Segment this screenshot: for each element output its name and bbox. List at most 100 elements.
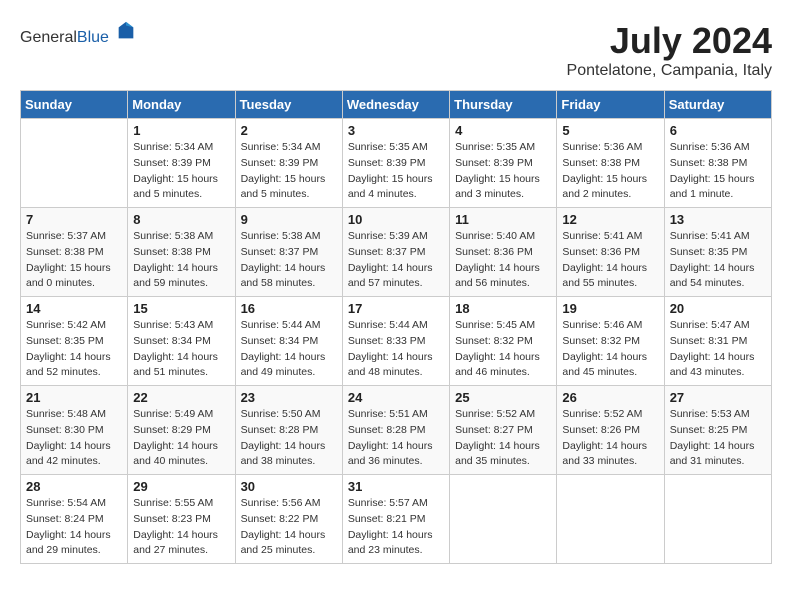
calendar-week-row: 1Sunrise: 5:34 AM Sunset: 8:39 PM Daylig… bbox=[21, 119, 772, 208]
calendar-header: SundayMondayTuesdayWednesdayThursdayFrid… bbox=[21, 91, 772, 119]
day-number: 27 bbox=[670, 390, 766, 405]
day-info: Sunrise: 5:41 AM Sunset: 8:36 PM Dayligh… bbox=[562, 229, 658, 292]
calendar-cell: 8Sunrise: 5:38 AM Sunset: 8:38 PM Daylig… bbox=[128, 208, 235, 297]
calendar-cell: 15 Sunrise: 5:43 AM Sunset: 8:34 PM Dayli… bbox=[128, 297, 235, 386]
calendar-cell: 13Sunrise: 5:41 AM Sunset: 8:35 PM Dayli… bbox=[664, 208, 771, 297]
page-header: GeneralBlue July 2024 Pontelatone, Campa… bbox=[20, 20, 772, 80]
calendar-cell bbox=[21, 119, 128, 208]
day-info: Sunrise: 5:45 AM Sunset: 8:32 PM Dayligh… bbox=[455, 318, 551, 381]
day-info: Sunrise: 5:35 AM Sunset: 8:39 PM Dayligh… bbox=[455, 140, 551, 203]
day-info: Sunrise: 5:57 AM Sunset: 8:21 PM Dayligh… bbox=[348, 496, 444, 559]
calendar-cell: 16Sunrise: 5:44 AM Sunset: 8:34 PM Dayli… bbox=[235, 297, 342, 386]
day-number: 19 bbox=[562, 301, 658, 316]
calendar-week-row: 7Sunrise: 5:37 AM Sunset: 8:38 PM Daylig… bbox=[21, 208, 772, 297]
day-number: 29 bbox=[133, 479, 229, 494]
day-number: 16 bbox=[241, 301, 337, 316]
calendar-cell bbox=[664, 475, 771, 564]
day-number: 3 bbox=[348, 123, 444, 138]
day-number: 20 bbox=[670, 301, 766, 316]
day-info: Sunrise: 5:37 AM Sunset: 8:38 PM Dayligh… bbox=[26, 229, 122, 292]
day-number: 21 bbox=[26, 390, 122, 405]
calendar-cell: 29 Sunrise: 5:55 AM Sunset: 8:23 PM Dayli… bbox=[128, 475, 235, 564]
day-info: Sunrise: 5:40 AM Sunset: 8:36 PM Dayligh… bbox=[455, 229, 551, 292]
day-info: Sunrise: 5:53 AM Sunset: 8:25 PM Dayligh… bbox=[670, 407, 766, 470]
weekday-header-row: SundayMondayTuesdayWednesdayThursdayFrid… bbox=[21, 91, 772, 119]
weekday-header: Saturday bbox=[664, 91, 771, 119]
calendar-cell: 19 Sunrise: 5:46 AM Sunset: 8:32 PM Dayli… bbox=[557, 297, 664, 386]
day-number: 30 bbox=[241, 479, 337, 494]
calendar-cell: 4 Sunrise: 5:35 AM Sunset: 8:39 PM Daylig… bbox=[450, 119, 557, 208]
day-info: Sunrise: 5:34 AM Sunset: 8:39 PM Dayligh… bbox=[241, 140, 337, 203]
calendar-week-row: 21 Sunrise: 5:48 AM Sunset: 8:30 PM Dayli… bbox=[21, 386, 772, 475]
day-info: Sunrise: 5:52 AM Sunset: 8:26 PM Dayligh… bbox=[562, 407, 658, 470]
day-info: Sunrise: 5:38 AM Sunset: 8:38 PM Dayligh… bbox=[133, 229, 229, 292]
calendar-week-row: 14 Sunrise: 5:42 AM Sunset: 8:35 PM Dayli… bbox=[21, 297, 772, 386]
day-number: 12 bbox=[562, 212, 658, 227]
day-info: Sunrise: 5:46 AM Sunset: 8:32 PM Dayligh… bbox=[562, 318, 658, 381]
day-info: Sunrise: 5:38 AM Sunset: 8:37 PM Dayligh… bbox=[241, 229, 337, 292]
day-info: Sunrise: 5:55 AM Sunset: 8:23 PM Dayligh… bbox=[133, 496, 229, 559]
day-number: 10 bbox=[348, 212, 444, 227]
day-number: 25 bbox=[455, 390, 551, 405]
day-info: Sunrise: 5:36 AM Sunset: 8:38 PM Dayligh… bbox=[562, 140, 658, 203]
calendar-cell: 3Sunrise: 5:35 AM Sunset: 8:39 PM Daylig… bbox=[342, 119, 449, 208]
day-number: 15 bbox=[133, 301, 229, 316]
calendar-cell: 26Sunrise: 5:52 AM Sunset: 8:26 PM Dayli… bbox=[557, 386, 664, 475]
logo: GeneralBlue bbox=[20, 20, 137, 47]
day-number: 24 bbox=[348, 390, 444, 405]
calendar-cell: 31Sunrise: 5:57 AM Sunset: 8:21 PM Dayli… bbox=[342, 475, 449, 564]
calendar-cell: 9 Sunrise: 5:38 AM Sunset: 8:37 PM Daylig… bbox=[235, 208, 342, 297]
day-number: 4 bbox=[455, 123, 551, 138]
logo-general-text: General bbox=[20, 29, 77, 46]
day-number: 14 bbox=[26, 301, 122, 316]
calendar-cell: 1Sunrise: 5:34 AM Sunset: 8:39 PM Daylig… bbox=[128, 119, 235, 208]
weekday-header: Monday bbox=[128, 91, 235, 119]
day-number: 13 bbox=[670, 212, 766, 227]
day-info: Sunrise: 5:50 AM Sunset: 8:28 PM Dayligh… bbox=[241, 407, 337, 470]
calendar-cell: 18 Sunrise: 5:45 AM Sunset: 8:32 PM Dayli… bbox=[450, 297, 557, 386]
calendar-cell: 14 Sunrise: 5:42 AM Sunset: 8:35 PM Dayli… bbox=[21, 297, 128, 386]
calendar-cell: 12 Sunrise: 5:41 AM Sunset: 8:36 PM Dayli… bbox=[557, 208, 664, 297]
weekday-header: Thursday bbox=[450, 91, 557, 119]
calendar-cell: 30 Sunrise: 5:56 AM Sunset: 8:22 PM Dayli… bbox=[235, 475, 342, 564]
calendar-cell: 27 Sunrise: 5:53 AM Sunset: 8:25 PM Dayli… bbox=[664, 386, 771, 475]
day-number: 22 bbox=[133, 390, 229, 405]
day-info: Sunrise: 5:49 AM Sunset: 8:29 PM Dayligh… bbox=[133, 407, 229, 470]
weekday-header: Friday bbox=[557, 91, 664, 119]
day-info: Sunrise: 5:42 AM Sunset: 8:35 PM Dayligh… bbox=[26, 318, 122, 381]
day-info: Sunrise: 5:34 AM Sunset: 8:39 PM Dayligh… bbox=[133, 140, 229, 203]
calendar-cell: 28Sunrise: 5:54 AM Sunset: 8:24 PM Dayli… bbox=[21, 475, 128, 564]
calendar-cell bbox=[557, 475, 664, 564]
calendar-cell: 10 Sunrise: 5:39 AM Sunset: 8:37 PM Dayli… bbox=[342, 208, 449, 297]
calendar-cell bbox=[450, 475, 557, 564]
calendar-body: 1Sunrise: 5:34 AM Sunset: 8:39 PM Daylig… bbox=[21, 119, 772, 564]
calendar-week-row: 28Sunrise: 5:54 AM Sunset: 8:24 PM Dayli… bbox=[21, 475, 772, 564]
day-info: Sunrise: 5:39 AM Sunset: 8:37 PM Dayligh… bbox=[348, 229, 444, 292]
location-subtitle: Pontelatone, Campania, Italy bbox=[567, 62, 772, 80]
calendar-cell: 6Sunrise: 5:36 AM Sunset: 8:38 PM Daylig… bbox=[664, 119, 771, 208]
weekday-header: Wednesday bbox=[342, 91, 449, 119]
day-info: Sunrise: 5:47 AM Sunset: 8:31 PM Dayligh… bbox=[670, 318, 766, 381]
calendar-cell: 11Sunrise: 5:40 AM Sunset: 8:36 PM Dayli… bbox=[450, 208, 557, 297]
calendar-cell: 17 Sunrise: 5:44 AM Sunset: 8:33 PM Dayli… bbox=[342, 297, 449, 386]
day-number: 9 bbox=[241, 212, 337, 227]
day-info: Sunrise: 5:43 AM Sunset: 8:34 PM Dayligh… bbox=[133, 318, 229, 381]
day-number: 23 bbox=[241, 390, 337, 405]
day-info: Sunrise: 5:48 AM Sunset: 8:30 PM Dayligh… bbox=[26, 407, 122, 470]
day-info: Sunrise: 5:56 AM Sunset: 8:22 PM Dayligh… bbox=[241, 496, 337, 559]
month-year-title: July 2024 bbox=[567, 20, 772, 62]
day-number: 17 bbox=[348, 301, 444, 316]
calendar-cell: 25Sunrise: 5:52 AM Sunset: 8:27 PM Dayli… bbox=[450, 386, 557, 475]
calendar-cell: 23 Sunrise: 5:50 AM Sunset: 8:28 PM Dayli… bbox=[235, 386, 342, 475]
day-info: Sunrise: 5:36 AM Sunset: 8:38 PM Dayligh… bbox=[670, 140, 766, 203]
day-info: Sunrise: 5:44 AM Sunset: 8:33 PM Dayligh… bbox=[348, 318, 444, 381]
logo-blue-text: Blue bbox=[77, 29, 109, 46]
calendar-cell: 21 Sunrise: 5:48 AM Sunset: 8:30 PM Dayli… bbox=[21, 386, 128, 475]
calendar-cell: 22 Sunrise: 5:49 AM Sunset: 8:29 PM Dayli… bbox=[128, 386, 235, 475]
weekday-header: Tuesday bbox=[235, 91, 342, 119]
calendar-cell: 20 Sunrise: 5:47 AM Sunset: 8:31 PM Dayli… bbox=[664, 297, 771, 386]
weekday-header: Sunday bbox=[21, 91, 128, 119]
day-number: 18 bbox=[455, 301, 551, 316]
logo-icon bbox=[115, 20, 137, 42]
title-block: July 2024 Pontelatone, Campania, Italy bbox=[567, 20, 772, 80]
